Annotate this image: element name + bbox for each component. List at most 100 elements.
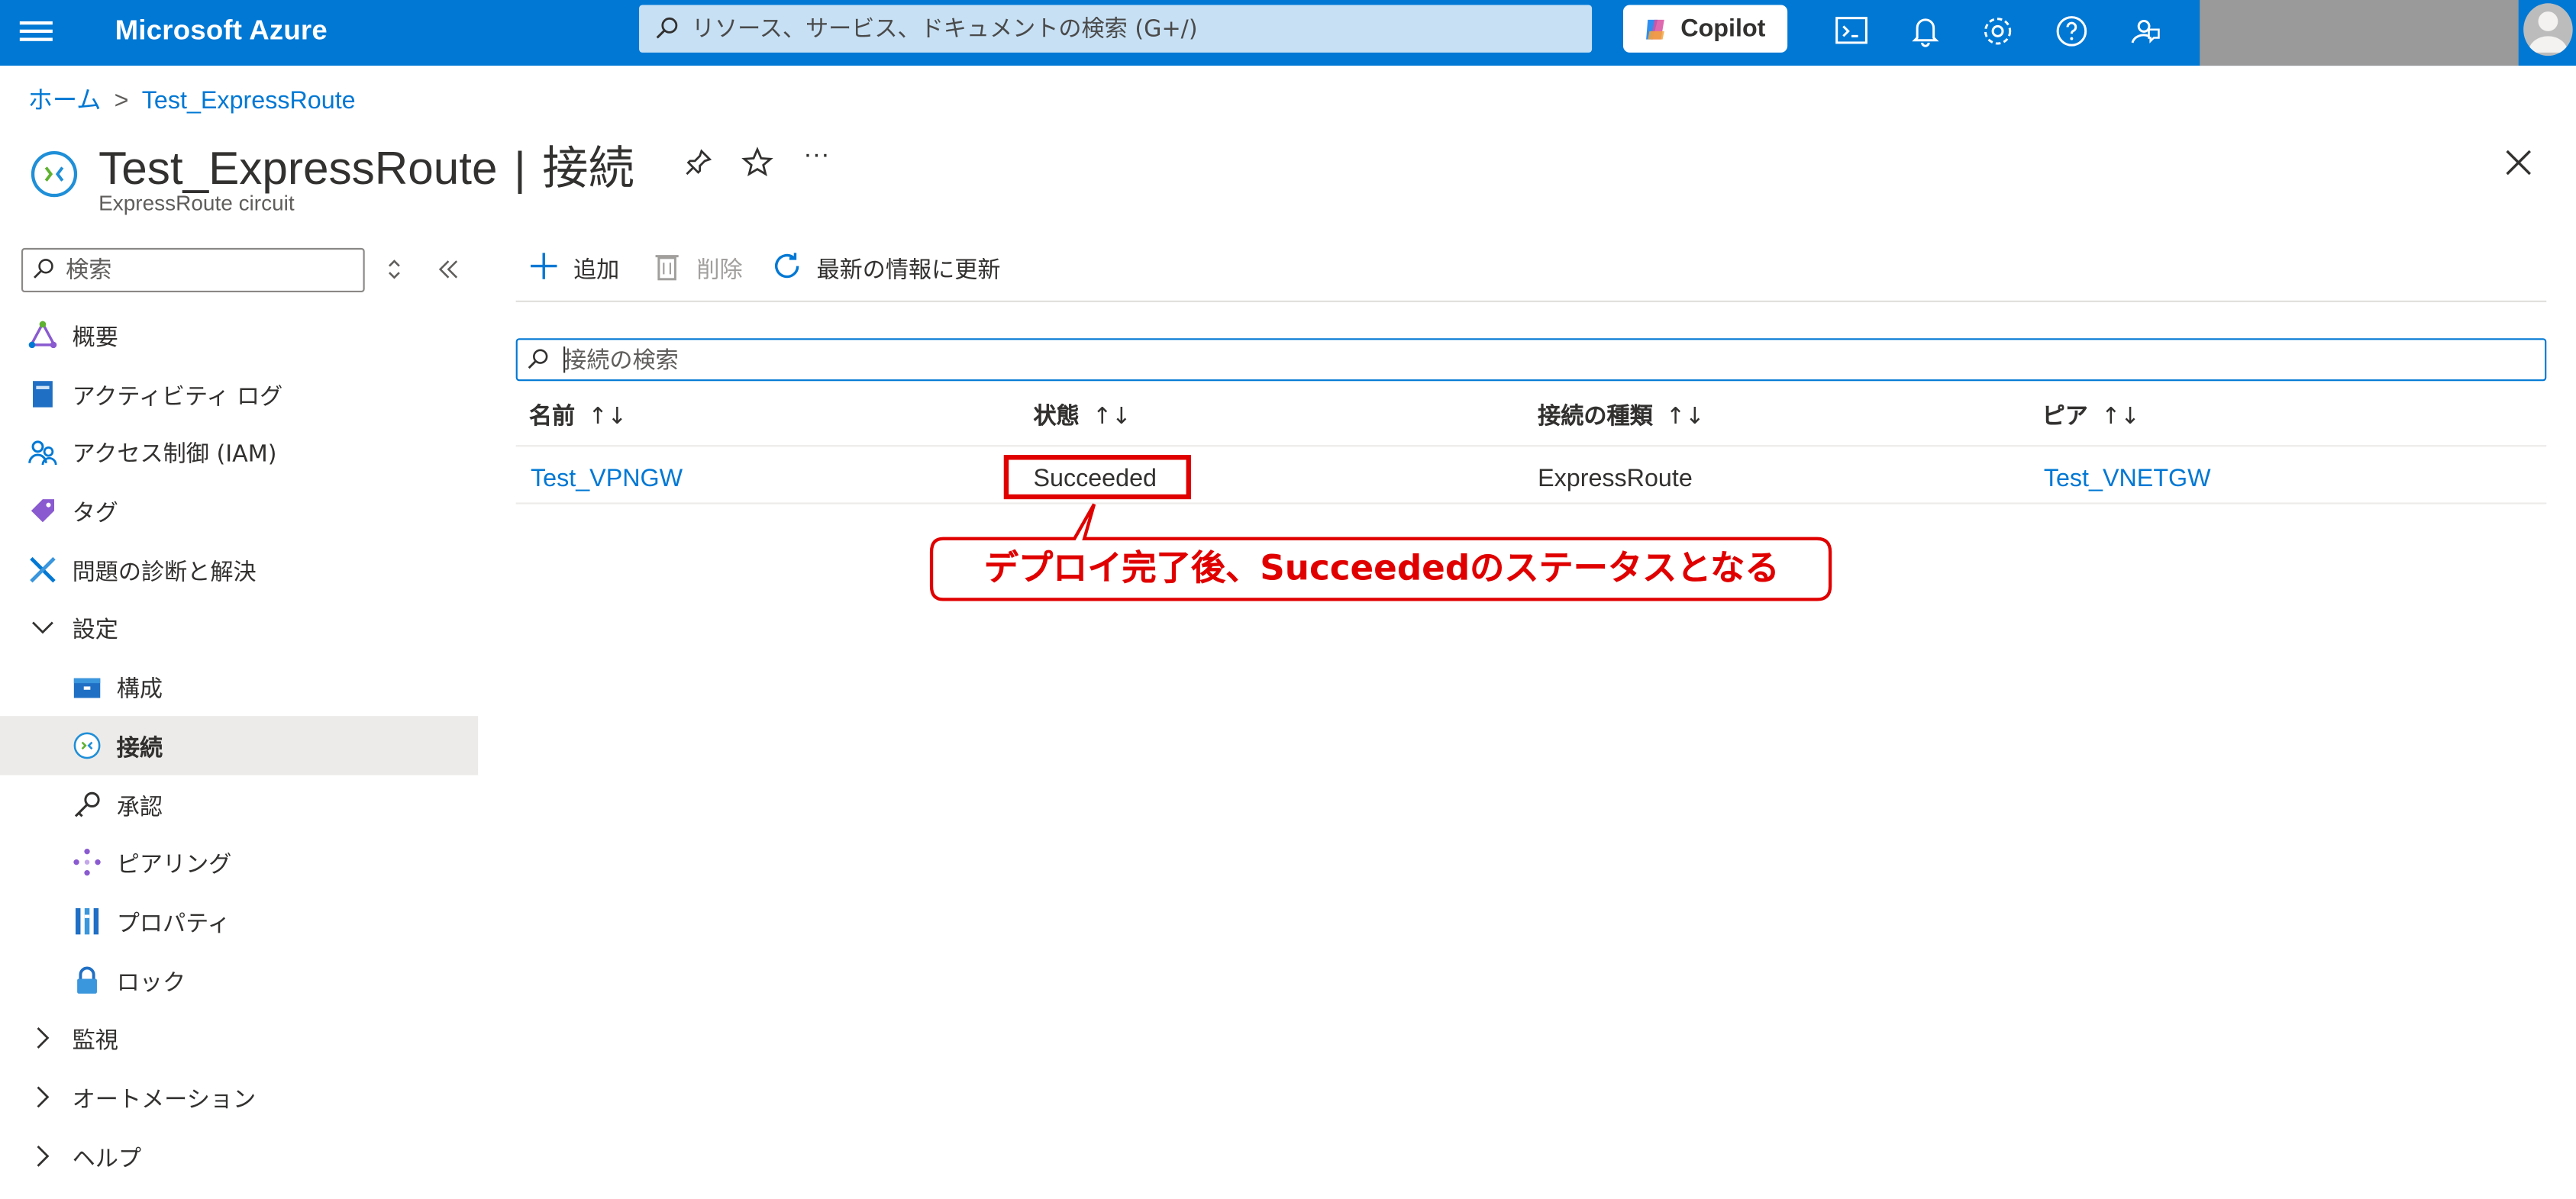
lock-icon — [77, 965, 97, 993]
nav-item-connections[interactable]: 接続 — [0, 715, 479, 775]
copilot-button[interactable]: Copilot — [1622, 5, 1788, 53]
connection-search-input[interactable] — [560, 343, 2522, 380]
more-options-icon[interactable]: ··· — [803, 141, 836, 174]
column-header-connection-type[interactable]: 接続の種類 ↑↓ — [1538, 399, 1704, 432]
nav-label: 設定 — [72, 618, 118, 645]
add-icon — [531, 253, 557, 279]
nav-label: タグ — [72, 501, 118, 527]
breadcrumb: ホーム > Test_ExpressRoute — [28, 82, 356, 117]
properties-icon — [75, 907, 99, 935]
feedback-icon[interactable] — [2124, 11, 2164, 51]
sort-icon: ↑↓ — [2101, 404, 2140, 430]
activity-log-icon — [33, 380, 53, 407]
column-label: 名前 — [528, 404, 576, 430]
collapse-menu-icon[interactable] — [432, 253, 465, 285]
key-icon — [74, 791, 100, 817]
nav-item-configuration[interactable]: 構成 — [0, 657, 478, 716]
refresh-label: 最新の情報に更新 — [816, 257, 1001, 285]
delete-label: 削除 — [696, 257, 743, 285]
nav-label: 監視 — [72, 1028, 118, 1055]
title-separator: | — [514, 143, 526, 194]
close-icon[interactable] — [2500, 144, 2536, 180]
expand-collapse-icon[interactable] — [378, 253, 411, 285]
cloud-shell-icon[interactable] — [1832, 11, 1871, 51]
breadcrumb-resource[interactable]: Test_ExpressRoute — [142, 87, 356, 115]
nav-group-monitoring[interactable]: 監視 — [0, 1009, 478, 1068]
search-icon — [528, 349, 548, 369]
account-info[interactable] — [2200, 0, 2519, 66]
copilot-label: Copilot — [1680, 15, 1766, 43]
nav-label: 接続 — [116, 735, 163, 762]
delete-icon — [655, 255, 679, 281]
brand-title[interactable]: Microsoft Azure — [115, 15, 328, 47]
nav-label: アクセス制御 (IAM) — [72, 442, 277, 469]
menu-icon[interactable] — [19, 17, 53, 50]
nav-item-diagnose[interactable]: 問題の診断と解決 — [0, 540, 478, 598]
nav-group-automation[interactable]: オートメーション — [0, 1068, 478, 1126]
help-icon[interactable] — [2052, 11, 2092, 51]
chevron-right-icon — [37, 1145, 50, 1166]
global-search-input[interactable] — [688, 11, 1583, 48]
sort-icon: ↑↓ — [1092, 404, 1131, 430]
nav-label: オートメーション — [72, 1087, 257, 1114]
configuration-icon — [73, 678, 101, 698]
pin-icon[interactable] — [682, 147, 715, 179]
nav-label: ロック — [116, 969, 186, 997]
nav-label: プロパティ — [116, 911, 231, 938]
sort-icon: ↑↓ — [588, 404, 627, 430]
nav-label: アクティビティ ログ — [72, 383, 283, 411]
favorite-star-icon[interactable] — [741, 147, 773, 179]
search-icon — [34, 259, 53, 279]
nav-group-help[interactable]: ヘルプ — [0, 1126, 478, 1184]
tag-icon — [31, 499, 55, 523]
global-search[interactable] — [639, 5, 1593, 53]
nav-label: 問題の診断と解決 — [72, 559, 257, 586]
nav-search[interactable] — [21, 247, 365, 293]
page-name: 接続 — [542, 143, 634, 194]
annotation-text: デプロイ完了後、Succeededのステータスとなる — [983, 548, 1780, 588]
nav-item-overview[interactable]: 概要 — [0, 305, 478, 364]
top-bar: Microsoft Azure Copilot — [0, 0, 2576, 66]
nav-label: 構成 — [116, 676, 163, 704]
nav-label: ヘルプ — [72, 1146, 142, 1172]
nav-item-iam[interactable]: アクセス制御 (IAM) — [0, 423, 478, 482]
nav-item-properties[interactable]: プロパティ — [0, 891, 478, 950]
iam-icon — [28, 441, 57, 466]
notifications-icon[interactable] — [1906, 11, 1945, 51]
nav-item-tags[interactable]: タグ — [0, 482, 478, 540]
column-label: 状態 — [1033, 404, 1080, 430]
nav-search-input[interactable] — [62, 253, 359, 289]
resource-name: Test_ExpressRoute — [98, 143, 498, 194]
chevron-right-icon — [37, 1027, 50, 1049]
page-title: Test_ExpressRoute | 接続 — [98, 133, 634, 198]
chevron-right-icon: > — [114, 87, 129, 115]
nav-item-peerings[interactable]: ピアリング — [0, 833, 478, 891]
connection-search[interactable] — [515, 338, 2547, 382]
nav-item-locks[interactable]: ロック — [0, 950, 478, 1009]
nav-group-settings[interactable]: 設定 — [0, 598, 478, 657]
copilot-icon — [1646, 19, 1664, 40]
left-nav: 概要 アクティビティ ログ アクセス制御 (IAM) タグ 問題の診断と解決 設… — [0, 305, 479, 1184]
column-header-status[interactable]: 状態 ↑↓ — [1033, 399, 1131, 432]
cell-peer[interactable]: Test_VNETGW — [2044, 465, 2211, 493]
connection-icon — [73, 732, 101, 759]
sort-icon: ↑↓ — [1665, 404, 1705, 430]
overview-icon — [28, 321, 57, 349]
settings-icon[interactable] — [1978, 11, 2018, 51]
divider — [515, 300, 2547, 302]
highlight-box — [1003, 455, 1192, 500]
column-label: 接続の種類 — [1538, 404, 1653, 430]
resource-type: ExpressRoute circuit — [98, 190, 295, 215]
nav-item-activity-log[interactable]: アクティビティ ログ — [0, 364, 478, 423]
refresh-icon — [775, 253, 799, 279]
add-label: 追加 — [573, 257, 620, 285]
column-header-peer[interactable]: ピア ↑↓ — [2042, 399, 2140, 432]
avatar[interactable] — [2523, 3, 2573, 56]
nav-label: 承認 — [116, 794, 163, 820]
user-icon — [2528, 11, 2568, 53]
breadcrumb-home[interactable]: ホーム — [28, 87, 102, 115]
cell-name[interactable]: Test_VPNGW — [531, 465, 683, 493]
column-header-name[interactable]: 名前 ↑↓ — [529, 399, 627, 432]
nav-item-authorizations[interactable]: 承認 — [0, 775, 478, 833]
search-icon — [656, 17, 678, 39]
